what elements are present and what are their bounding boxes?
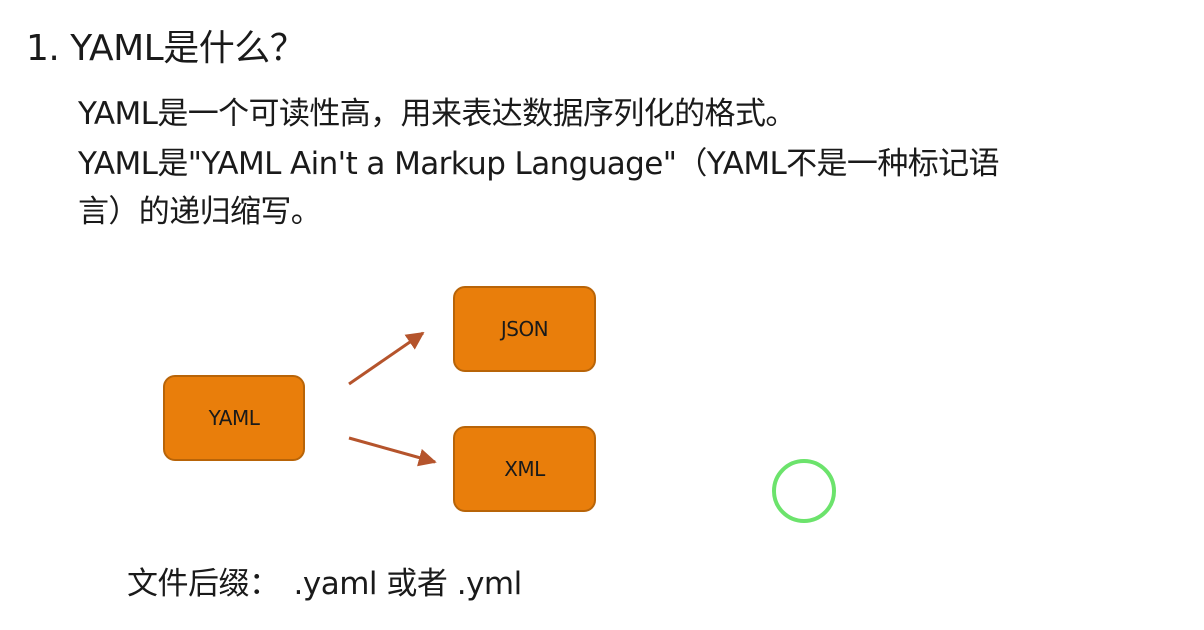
paragraph-line-2: YAML是"YAML Ain't a Markup Language"（YAML… bbox=[78, 146, 1000, 182]
diagram-box-yaml: YAML bbox=[163, 375, 305, 461]
diagram-box-xml: XML bbox=[453, 426, 596, 512]
diagram-box-json-label: JSON bbox=[500, 317, 549, 341]
diagram-box-yaml-label: YAML bbox=[208, 406, 260, 430]
file-suffix-values: .yaml 或者 .yml bbox=[293, 566, 523, 602]
diagram-box-xml-label: XML bbox=[504, 457, 545, 481]
arrow-to-json bbox=[348, 331, 425, 386]
file-suffix-label: 文件后缀： bbox=[127, 566, 280, 602]
file-suffix-line: 文件后缀： .yaml 或者 .yml bbox=[127, 562, 522, 606]
paragraph-line-1: YAML是一个可读性高，用来表达数据序列化的格式。 bbox=[78, 96, 796, 132]
arrow-to-xml bbox=[348, 436, 437, 467]
slide-title: 1. YAML是什么？ bbox=[26, 28, 306, 69]
slide: 1. YAML是什么？ YAML是一个可读性高，用来表达数据序列化的格式。 YA… bbox=[0, 0, 1204, 630]
diagram-box-json: JSON bbox=[453, 286, 596, 372]
paragraph-line-3: 言）的递归缩写。 bbox=[78, 194, 322, 230]
cursor-ring-icon bbox=[772, 459, 836, 523]
